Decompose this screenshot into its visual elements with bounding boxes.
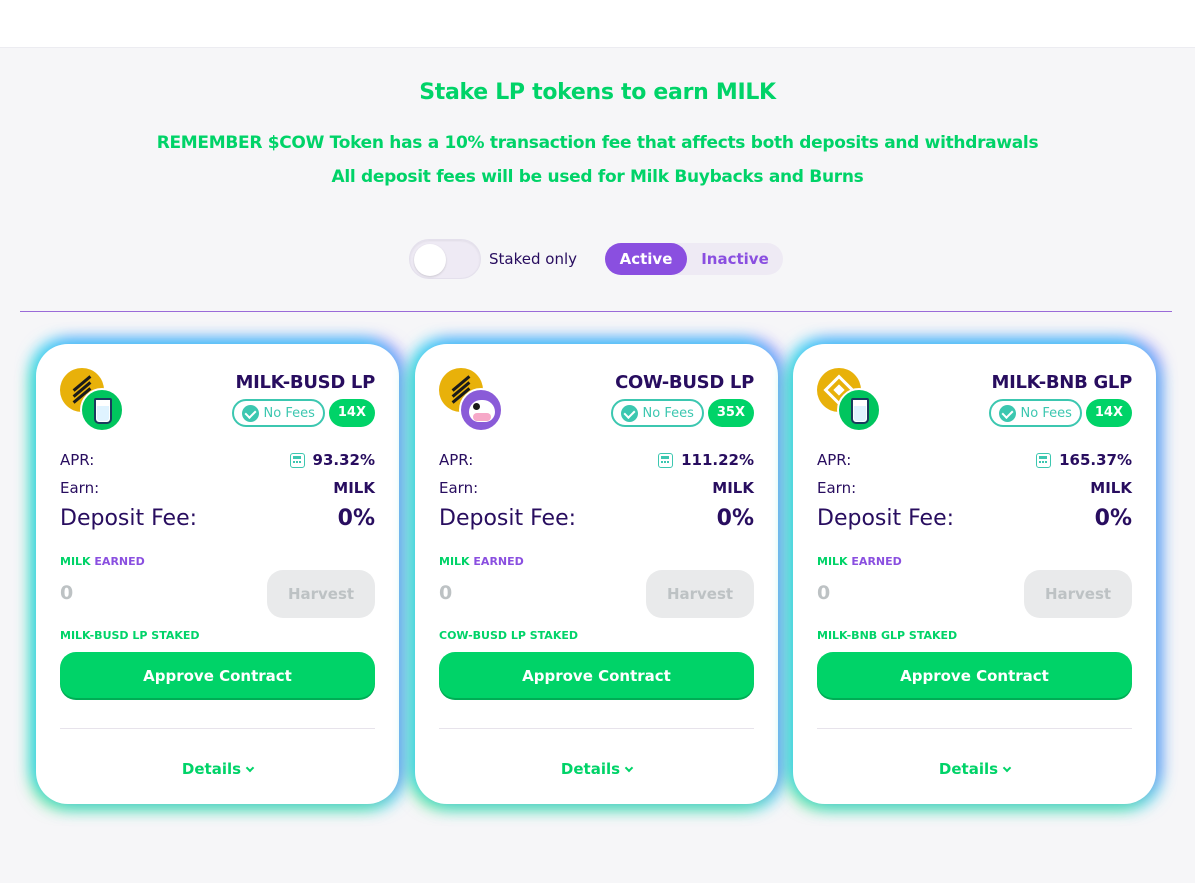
harvest-button[interactable]: Harvest bbox=[1024, 570, 1132, 618]
no-fees-label: No Fees bbox=[1020, 405, 1072, 421]
apr-row: APR: 165.37% bbox=[817, 450, 1132, 470]
staked-label: MILK-BNB GLP STAKED bbox=[817, 629, 958, 642]
farm-pair-name: COW-BUSD LP bbox=[615, 372, 754, 393]
check-icon bbox=[620, 404, 638, 422]
card-divider bbox=[439, 728, 754, 729]
earn-label: Earn: bbox=[439, 479, 479, 497]
earned-value: 0 bbox=[60, 582, 74, 604]
deposit-fee-row: Deposit Fee: 0% bbox=[439, 504, 754, 532]
earned-value: 0 bbox=[817, 582, 831, 604]
staked-only-toggle[interactable] bbox=[409, 239, 481, 279]
approve-contract-button[interactable]: Approve Contract bbox=[439, 652, 754, 700]
tab-active[interactable]: Active bbox=[605, 243, 687, 275]
harvest-button[interactable]: Harvest bbox=[267, 570, 375, 618]
calculator-icon[interactable] bbox=[289, 452, 305, 468]
page-title: Stake LP tokens to earn MILK bbox=[419, 80, 776, 105]
staked-label: COW-BUSD LP STAKED bbox=[439, 629, 578, 642]
farm-badges: No Fees 14X bbox=[988, 399, 1132, 427]
no-fees-label: No Fees bbox=[642, 405, 694, 421]
apr-row: APR: 93.32% bbox=[60, 450, 375, 470]
approve-contract-button[interactable]: Approve Contract bbox=[60, 652, 375, 700]
earned-label: MILK EARNED bbox=[439, 555, 524, 568]
milk-icon bbox=[837, 388, 881, 432]
farm-badges: No Fees 35X bbox=[610, 399, 754, 427]
no-fees-badge: No Fees bbox=[988, 399, 1082, 427]
apr-row: APR: 111.22% bbox=[439, 450, 754, 470]
deposit-fee-value: 0% bbox=[716, 505, 754, 531]
details-toggle[interactable]: Details bbox=[36, 760, 399, 778]
multiplier-badge: 14X bbox=[1085, 399, 1132, 427]
farm-badges: No Fees 14X bbox=[231, 399, 375, 427]
deposit-fee-value: 0% bbox=[1094, 505, 1132, 531]
calculator-icon[interactable] bbox=[1036, 452, 1052, 468]
deposit-fee-value: 0% bbox=[337, 505, 375, 531]
earn-value: MILK bbox=[1090, 479, 1132, 497]
section-divider bbox=[20, 311, 1172, 312]
chevron-down-icon bbox=[245, 763, 255, 773]
deposit-fee-row: Deposit Fee: 0% bbox=[817, 504, 1132, 532]
deposit-fee-label: Deposit Fee: bbox=[817, 505, 955, 531]
cow-icon bbox=[459, 388, 503, 432]
deposit-fee-label: Deposit Fee: bbox=[439, 505, 577, 531]
deposit-fee-label: Deposit Fee: bbox=[60, 505, 198, 531]
milk-icon bbox=[80, 388, 124, 432]
earn-row: Earn: MILK bbox=[60, 478, 375, 498]
multiplier-badge: 35X bbox=[707, 399, 754, 427]
earned-label: MILK EARNED bbox=[60, 555, 145, 568]
card-divider bbox=[60, 728, 375, 729]
details-toggle[interactable]: Details bbox=[415, 760, 778, 778]
apr-value: 111.22% bbox=[681, 451, 754, 469]
approve-contract-button[interactable]: Approve Contract bbox=[817, 652, 1132, 700]
check-icon bbox=[241, 404, 259, 422]
details-toggle[interactable]: Details bbox=[793, 760, 1156, 778]
earn-label: Earn: bbox=[60, 479, 100, 497]
staked-only-label: Staked only bbox=[489, 250, 577, 268]
apr-label: APR: bbox=[817, 451, 852, 469]
farm-card: MILK-BNB GLP No Fees 14X APR: 165.37% Ea… bbox=[793, 344, 1156, 804]
check-icon bbox=[998, 404, 1016, 422]
no-fees-badge: No Fees bbox=[231, 399, 325, 427]
apr-value: 93.32% bbox=[312, 451, 375, 469]
earn-value: MILK bbox=[333, 479, 375, 497]
no-fees-label: No Fees bbox=[263, 405, 315, 421]
tab-inactive[interactable]: Inactive bbox=[691, 243, 779, 275]
deposit-fee-row: Deposit Fee: 0% bbox=[60, 504, 375, 532]
active-inactive-switch: Active Inactive bbox=[605, 243, 783, 275]
multiplier-badge: 14X bbox=[328, 399, 375, 427]
buyback-note: All deposit fees will be used for Milk B… bbox=[331, 167, 864, 187]
apr-label: APR: bbox=[60, 451, 95, 469]
earn-value: MILK bbox=[712, 479, 754, 497]
earn-row: Earn: MILK bbox=[817, 478, 1132, 498]
top-navbar bbox=[0, 0, 1195, 48]
earn-label: Earn: bbox=[817, 479, 857, 497]
staked-label: MILK-BUSD LP STAKED bbox=[60, 629, 200, 642]
chevron-down-icon bbox=[1002, 763, 1012, 773]
farm-card: COW-BUSD LP No Fees 35X APR: 111.22% Ear… bbox=[415, 344, 778, 804]
apr-value: 165.37% bbox=[1059, 451, 1132, 469]
farm-pair-name: MILK-BUSD LP bbox=[235, 372, 375, 393]
chevron-down-icon bbox=[624, 763, 634, 773]
card-divider bbox=[817, 728, 1132, 729]
earned-label: MILK EARNED bbox=[817, 555, 902, 568]
toggle-knob bbox=[414, 244, 446, 276]
earn-row: Earn: MILK bbox=[439, 478, 754, 498]
calculator-icon[interactable] bbox=[658, 452, 674, 468]
farm-pair-name: MILK-BNB GLP bbox=[991, 372, 1132, 393]
fee-warning: REMEMBER $COW Token has a 10% transactio… bbox=[156, 133, 1039, 153]
farm-card: MILK-BUSD LP No Fees 14X APR: 93.32% Ear… bbox=[36, 344, 399, 804]
no-fees-badge: No Fees bbox=[610, 399, 704, 427]
earned-value: 0 bbox=[439, 582, 453, 604]
harvest-button[interactable]: Harvest bbox=[646, 570, 754, 618]
apr-label: APR: bbox=[439, 451, 474, 469]
